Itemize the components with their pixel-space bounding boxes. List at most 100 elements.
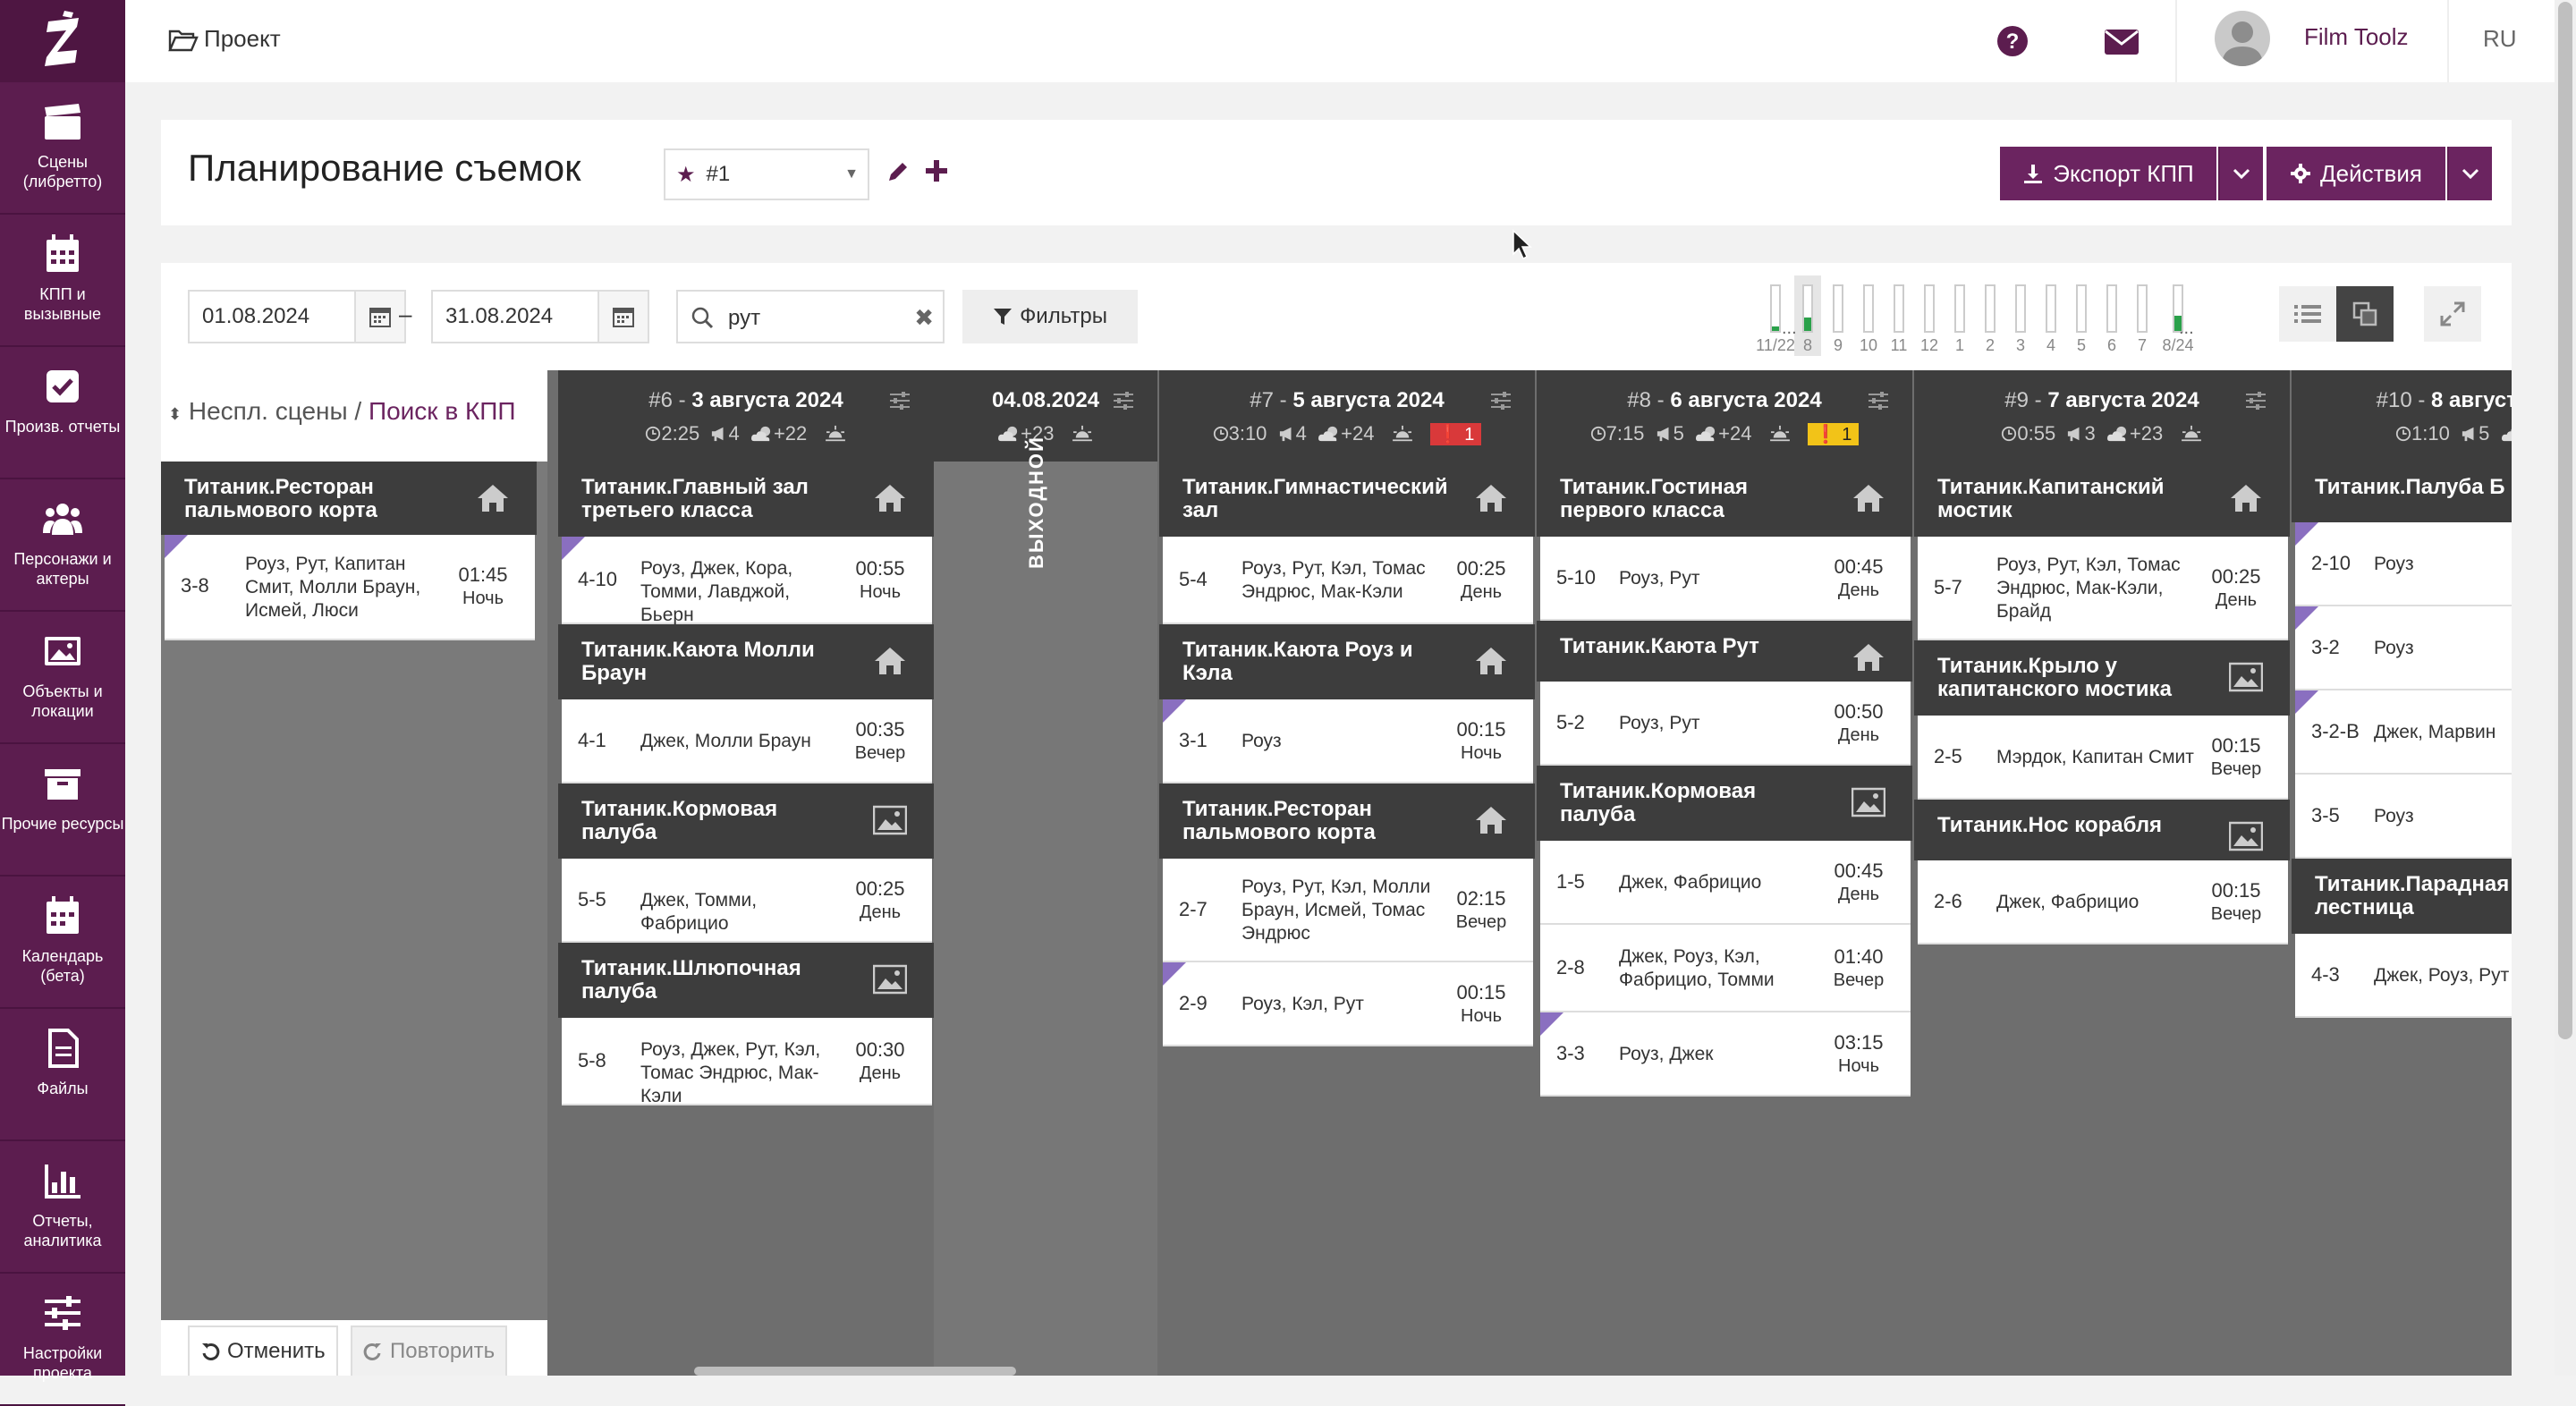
scene-card[interactable]: 5-2 Роуз, Рут 00:50 День — [1540, 682, 1911, 766]
actions-dropdown-button[interactable] — [2447, 147, 2492, 200]
scene-card[interactable]: 5-4 Роуз, Рут, Кэл, Томас Эндрюс, Мак-Кэл… — [1163, 537, 1533, 624]
location-header[interactable]: Титаник.Ресторан пальмового корта — [161, 462, 537, 535]
location-header[interactable]: Титаник.Главный зал третьего класса — [558, 462, 934, 537]
scene-card[interactable]: 3-3 Роуз, Джек 03:15 Ночь — [1540, 1012, 1911, 1097]
scene-duration: 00:25 — [855, 877, 905, 900]
list-view-button[interactable] — [2279, 286, 2336, 342]
calendar-icon[interactable] — [597, 292, 648, 342]
clapperboard-icon — [45, 104, 80, 140]
chevron-down-icon — [2462, 168, 2479, 180]
sliders-icon[interactable] — [1490, 390, 1512, 411]
scene-card[interactable]: 2-5 Мэрдок, Капитан Смит 00:15 Вечер — [1918, 716, 2288, 800]
scene-card[interactable]: 5-8 Роуз, Джек, Рут, Кэл, Томас Эндрюс, М… — [562, 1018, 932, 1106]
scene-card[interactable]: 1-5 Джек, Фабрицио 00:45 День — [1540, 841, 1911, 925]
variant-select[interactable]: ★ #1 ▼ — [664, 148, 869, 200]
unassigned-title[interactable]: Неспл. сцены — [189, 397, 348, 425]
clear-icon[interactable]: ✖ — [914, 304, 934, 332]
sort-icon[interactable]: ⬍ — [168, 405, 182, 423]
sidebar-item-schedule[interactable]: КПП и вызывные — [0, 215, 125, 347]
scene-card[interactable]: 2-8 Джек, Роуз, Кэл, Фабрицио, Томми 01:40… — [1540, 925, 1911, 1012]
actions-button[interactable]: Действия — [2267, 147, 2445, 200]
search-in-schedule-link[interactable]: Поиск в КПП — [369, 397, 516, 425]
date-from-input[interactable]: 01.08.2024 — [188, 290, 406, 343]
location-header[interactable]: Титаник.Каюта Рут — [1537, 621, 1912, 682]
sidebar-item-analytics[interactable]: Отчеты, аналитика — [0, 1141, 125, 1274]
board-horizontal-scrollbar[interactable] — [694, 1367, 1016, 1376]
scene-card[interactable]: 5-7 Роуз, Рут, Кэл, Томас Эндрюс, Мак-Кэл… — [1918, 537, 2288, 640]
day-indicator[interactable]: 7 — [2129, 275, 2156, 356]
location-header[interactable]: Титаник.Шлюпочная палуба — [558, 943, 934, 1018]
scene-card[interactable]: 4-3 Джек, Роуз, Рут — [2295, 934, 2512, 1018]
sunset-icon — [1392, 425, 1412, 442]
search-input[interactable]: рут ✖ — [676, 290, 945, 343]
scene-card[interactable]: 2-10 Роуз — [2295, 522, 2512, 606]
scene-cast: Роуз, Рут, Кэл, Томас Эндрюс, Мак-Кэли, … — [1996, 555, 2181, 622]
calendar-icon[interactable] — [354, 292, 404, 342]
location-header[interactable]: Титаник.Нос корабля — [1914, 800, 2290, 860]
board-view-button[interactable] — [2336, 286, 2394, 342]
sidebar-item-settings[interactable]: Настройки проекта — [0, 1274, 125, 1406]
location-header[interactable]: Титаник.Каюта Молли Браун — [558, 624, 934, 699]
scene-card[interactable]: 4-1 Джек, Молли Браун 00:35 Вечер — [562, 699, 932, 783]
filters-button[interactable]: Фильтры — [962, 290, 1138, 343]
sidebar-item-calendar[interactable]: Календарь (бета) — [0, 877, 125, 1009]
location-header[interactable]: Титаник.Палуба Б — [2292, 462, 2512, 522]
location-header[interactable]: Титаник.Кормовая палуба — [558, 783, 934, 859]
undo-button[interactable]: Отменить — [188, 1326, 338, 1376]
date-to-input[interactable]: 31.08.2024 — [431, 290, 649, 343]
export-dropdown-button[interactable] — [2218, 147, 2263, 200]
mail-icon[interactable] — [2104, 29, 2140, 55]
sidebar-item-reports[interactable]: Произв. отчеты — [0, 347, 125, 479]
location-header[interactable]: Титаник.Крыло у капитанского мостика — [1914, 640, 2290, 716]
app-logo[interactable] — [0, 0, 125, 82]
scene-card[interactable]: 5-10 Роуз, Рут 00:45 День — [1540, 537, 1911, 621]
scene-card[interactable]: 3-1 Роуз 00:15 Ночь — [1163, 699, 1533, 783]
avatar[interactable] — [2215, 11, 2270, 66]
day-header[interactable]: #9 - 7 августа 2024 0:55 3 +23 — [1914, 370, 2290, 462]
location-header[interactable]: Титаник.Парадная лестница — [2292, 859, 2512, 934]
sliders-icon[interactable] — [2245, 390, 2267, 411]
location-header[interactable]: Титаник.Капитанский мостик — [1914, 462, 2290, 537]
scene-card[interactable]: 3-2 Роуз — [2295, 606, 2512, 690]
day-header[interactable]: #7 - 5 августа 2024 3:10 4 +24 ❗ 1 — [1159, 370, 1535, 462]
location-header[interactable]: Титаник.Гимнастический зал — [1159, 462, 1535, 537]
scrollbar-thumb[interactable] — [2558, 2, 2572, 1039]
location-header[interactable]: Титаник.Ресторан пальмового корта — [1159, 783, 1535, 859]
redo-button[interactable]: Повторить — [351, 1326, 508, 1376]
scene-card[interactable]: 2-6 Джек, Фабрицио 00:15 Вечер — [1918, 860, 2288, 944]
scene-card[interactable]: 3-5 Роуз — [2295, 775, 2512, 859]
day-header[interactable]: #6 - 3 августа 2024 2:25 4 +22 — [558, 370, 934, 462]
error-badge[interactable]: ❗ 1 — [1429, 423, 1482, 445]
sidebar-item-resources[interactable]: Прочие ресурсы — [0, 744, 125, 877]
sidebar-item-locations[interactable]: Объекты и локации — [0, 612, 125, 744]
scene-card[interactable]: 4-10 Роуз, Джек, Кора, Томми, Лавджой, Бь… — [562, 537, 932, 625]
scene-card[interactable]: 2-7 Роуз, Рут, Кэл, Молли Браун, Исмей, Т… — [1163, 859, 1533, 962]
page-scrollbar[interactable] — [2555, 0, 2576, 1376]
warning-badge[interactable]: ❗ 1 — [1807, 423, 1860, 445]
location-header[interactable]: Титаник.Каюта Роуз и Кэла — [1159, 624, 1535, 699]
sliders-icon[interactable] — [1868, 390, 1889, 411]
location-header[interactable]: Титаник.Гостиная первого класса — [1537, 462, 1912, 537]
sidebar-item-files[interactable]: Файлы — [0, 1009, 125, 1141]
scene-card[interactable]: 5-5 Джек, Томми, Фабрицио 00:25 День — [562, 859, 932, 943]
plus-icon[interactable] — [923, 157, 950, 184]
location-header[interactable]: Титаник.Кормовая палуба — [1537, 766, 1912, 841]
scene-card[interactable]: 3-8 Роуз, Рут, Капитан Смит, Молли Браун… — [165, 535, 535, 640]
sidebar-item-scenes[interactable]: Сцены (либретто) — [0, 82, 125, 215]
sidebar-item-characters[interactable]: Персонажи и актеры — [0, 479, 125, 612]
project-link[interactable]: Проект — [168, 25, 281, 53]
scene-marker — [2295, 606, 2318, 630]
sliders-icon[interactable] — [889, 390, 911, 411]
pencil-icon[interactable] — [886, 159, 911, 184]
day-header[interactable]: #8 - 6 августа 2024 7:15 5 +24 ❗ 1 — [1537, 370, 1912, 462]
day-indicator[interactable]: 8/24 — [2162, 275, 2194, 356]
user-name[interactable]: Film Toolz — [2304, 23, 2409, 51]
export-button[interactable]: Экспорт КПП — [2000, 147, 2216, 200]
day-header[interactable]: #10 - 8 августа 2024 1:10 5 — [2292, 370, 2512, 462]
fullscreen-button[interactable] — [2424, 286, 2481, 342]
scene-card[interactable]: 3-2-В Джек, Марвин — [2295, 690, 2512, 775]
language-switch[interactable]: RU — [2483, 25, 2517, 53]
sliders-icon[interactable] — [1113, 390, 1134, 411]
help-icon[interactable]: ? — [1996, 25, 2029, 57]
scene-card[interactable]: 2-9 Роуз, Кэл, Рут 00:15 Ночь — [1163, 962, 1533, 1046]
